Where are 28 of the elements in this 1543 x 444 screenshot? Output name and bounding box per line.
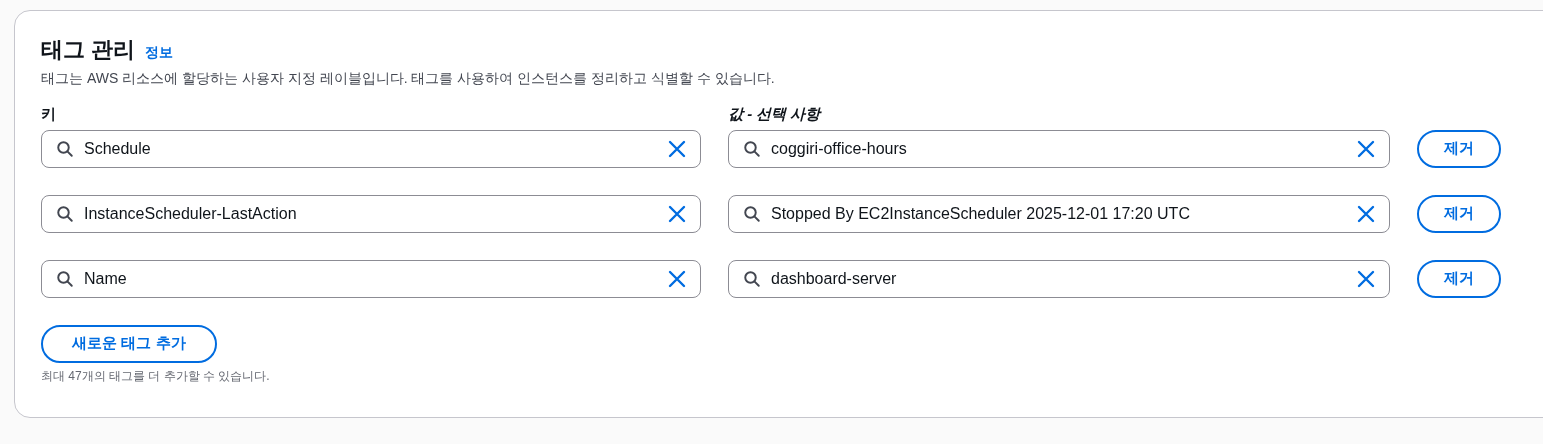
close-icon — [668, 204, 686, 223]
value-field[interactable]: coggiri-office-hours — [728, 129, 1390, 168]
key-field[interactable]: Name — [41, 259, 701, 298]
search-icon — [743, 204, 761, 223]
search-icon — [56, 269, 74, 288]
info-link[interactable]: 정보 — [145, 42, 174, 63]
value-label: 값 - 선택 사항 — [728, 104, 821, 124]
search-icon — [743, 269, 761, 288]
value-field[interactable]: dashboard-server — [728, 259, 1390, 298]
remove-button[interactable]: 제거 — [1417, 194, 1501, 233]
search-icon — [56, 204, 74, 223]
close-icon — [1357, 269, 1375, 288]
add-tag-button[interactable]: 새로운 태그 추가 — [41, 324, 217, 363]
key-field[interactable]: InstanceScheduler-LastAction — [41, 194, 701, 233]
close-icon — [668, 139, 686, 158]
remove-button[interactable]: 제거 — [1417, 259, 1501, 298]
tag-limit-hint: 최대 47개의 태그를 더 추가할 수 있습니다. — [41, 367, 271, 385]
search-icon — [743, 139, 761, 158]
close-icon — [1357, 139, 1375, 158]
close-icon — [1357, 204, 1375, 223]
section-title: 태그 관리 — [41, 36, 136, 64]
value-field[interactable]: Stopped By EC2InstanceScheduler 2025-12-01 17:20 UTC — [728, 194, 1390, 233]
key-field[interactable]: Schedule — [41, 129, 701, 168]
search-icon — [56, 139, 74, 158]
section-description: 태그는 AWS 리소스에 할당하는 사용자 지정 레이블입니다. 태그를 사용하여 인스턴스를 정리하고 식별할 수 있습니다. — [41, 69, 776, 88]
remove-button[interactable]: 제거 — [1417, 129, 1501, 168]
key-label: 키 — [41, 104, 57, 124]
close-icon — [668, 269, 686, 288]
